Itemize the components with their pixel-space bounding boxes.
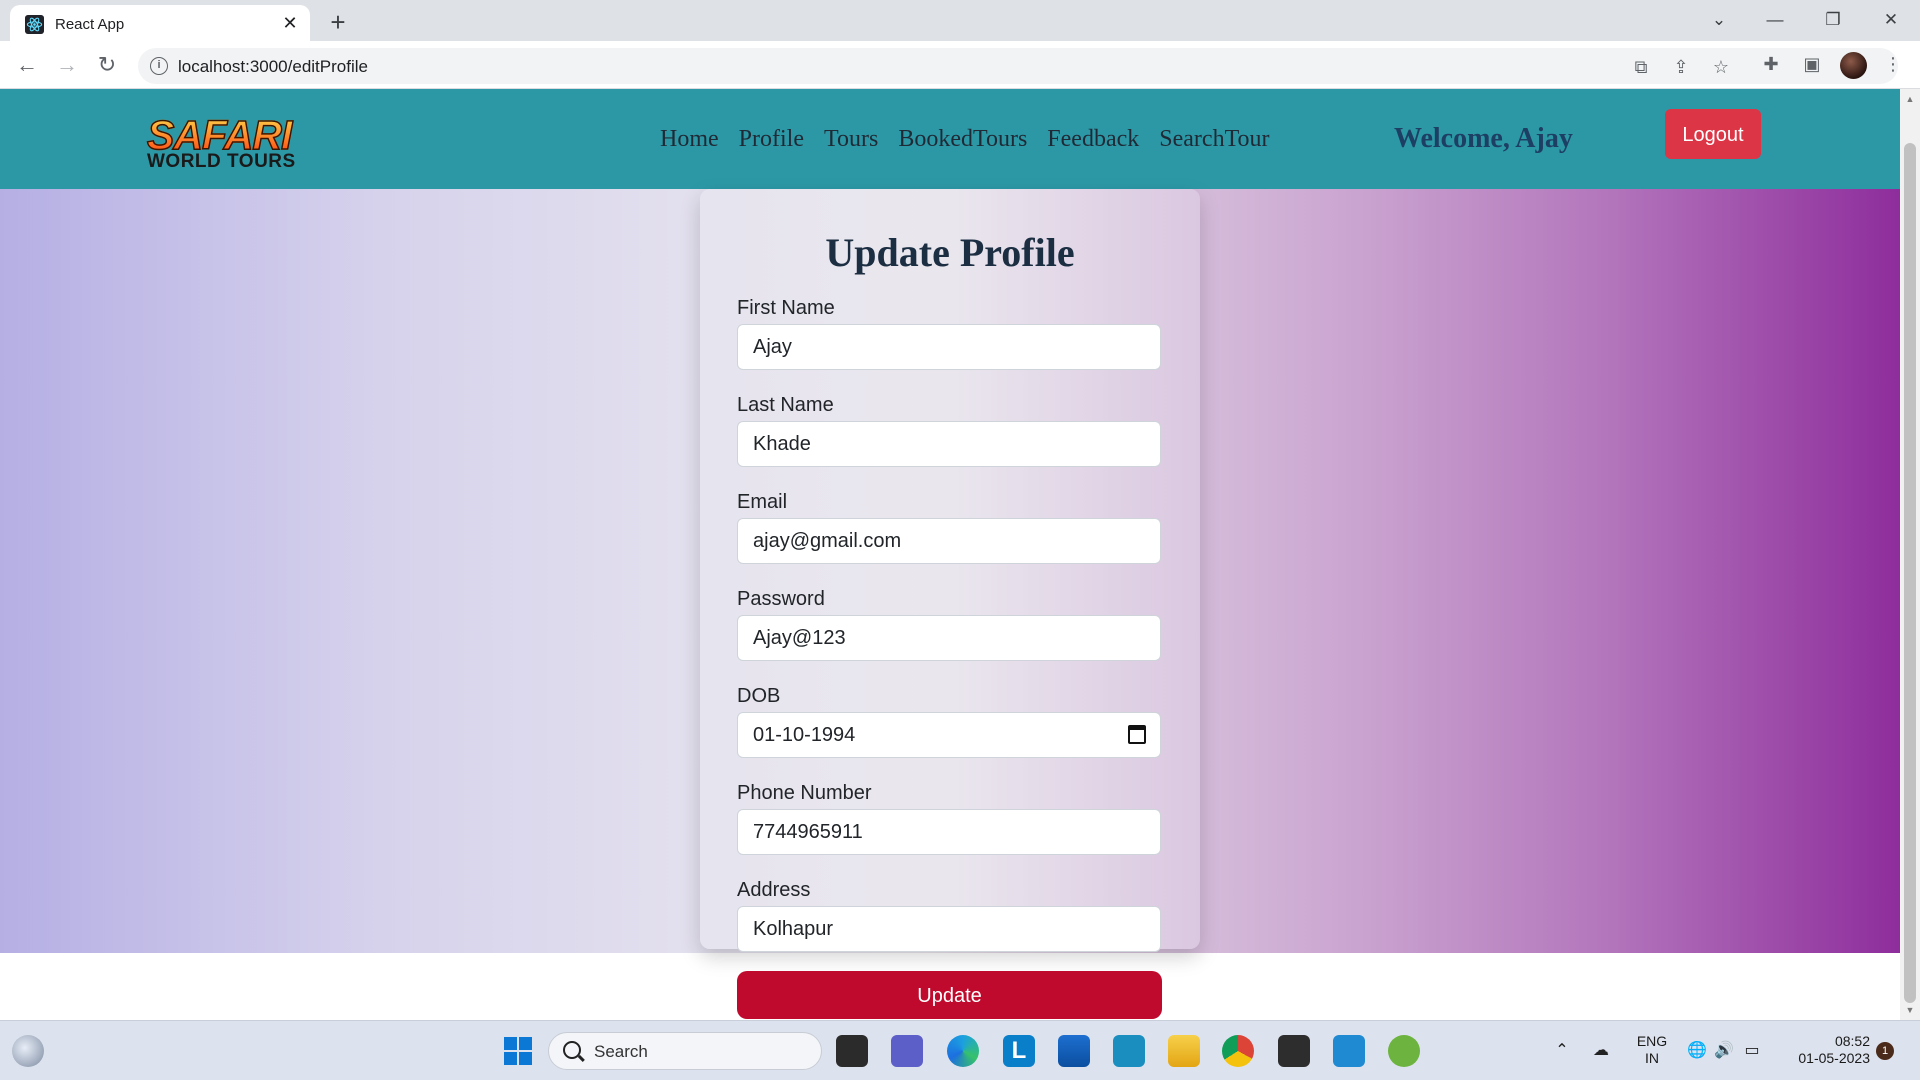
region-code: IN — [1645, 1050, 1659, 1066]
site-navbar: SAFARI WORLD TOURS Home Profile Tours Bo… — [0, 89, 1900, 189]
windows-taskbar: Search L ⌃ ☁ ENG IN 🌐 🔊 ▭ 08:52 01-05-20… — [0, 1020, 1920, 1080]
terminal-icon[interactable] — [1278, 1035, 1310, 1067]
close-window-button[interactable]: ✕ — [1871, 6, 1911, 34]
profile-avatar[interactable] — [1840, 52, 1867, 79]
tray-overflow-chevron-icon[interactable]: ⌃ — [1552, 1041, 1572, 1061]
cortana-ring-icon[interactable] — [1113, 1035, 1145, 1067]
spring-tool-icon[interactable] — [1388, 1035, 1420, 1067]
volume-icon[interactable]: 🔊 — [1714, 1041, 1734, 1061]
notification-badge[interactable]: 1 — [1876, 1042, 1894, 1060]
email-label: Email — [737, 491, 788, 513]
start-windows-icon[interactable] — [502, 1035, 534, 1067]
url-text[interactable]: localhost:3000/editProfile — [178, 57, 368, 77]
forward-arrow-icon[interactable]: → — [53, 51, 81, 79]
nav-links: Home Profile Tours BookedTours Feedback … — [660, 119, 1290, 159]
taskbar-search-box[interactable]: Search — [548, 1032, 822, 1070]
site-info-icon[interactable]: i — [150, 57, 168, 75]
language-code: ENG — [1636, 1033, 1668, 1049]
dob-input[interactable]: 01-10-1994 — [737, 712, 1161, 758]
logo-subtitle: WORLD TOURS — [147, 151, 296, 172]
tab-close-icon[interactable]: ✕ — [278, 11, 302, 35]
first-name-label: First Name — [737, 297, 835, 319]
nav-link-search-tour[interactable]: SearchTour — [1159, 119, 1269, 159]
clock-date: 01-05-2023 — [1798, 1050, 1870, 1066]
windows-logo-icon — [504, 1037, 532, 1065]
update-profile-card: Update Profile First Name Ajay Last Name… — [700, 189, 1200, 952]
safari-logo[interactable]: SAFARI WORLD TOURS — [146, 114, 322, 172]
browser-toolbar: ← → ↻ i localhost:3000/editProfile ⧉ ⇪ ☆… — [0, 41, 1920, 89]
clock[interactable]: 08:52 01-05-2023 — [1780, 1033, 1870, 1067]
back-arrow-icon[interactable]: ← — [13, 51, 41, 79]
network-globe-icon[interactable]: 🌐 — [1687, 1041, 1707, 1061]
minimize-button[interactable]: — — [1755, 6, 1795, 34]
page-viewport: SAFARI WORLD TOURS Home Profile Tours Bo… — [0, 89, 1900, 1020]
last-name-input[interactable]: Khade — [737, 421, 1161, 467]
nav-link-home[interactable]: Home — [660, 119, 719, 159]
dob-label: DOB — [737, 685, 781, 707]
nav-link-tours[interactable]: Tours — [824, 119, 878, 159]
react-favicon-icon — [25, 15, 44, 34]
edge-browser-icon[interactable] — [947, 1035, 979, 1067]
last-name-label: Last Name — [737, 394, 834, 416]
onedrive-cloud-icon[interactable]: ☁ — [1591, 1041, 1611, 1061]
app-l-icon[interactable]: L — [1003, 1035, 1035, 1067]
address-bar[interactable]: i localhost:3000/editProfile ⧉ ⇪ ☆ — [138, 48, 1898, 84]
dob-value: 01-10-1994 — [753, 724, 856, 746]
task-view-icon[interactable] — [836, 1035, 868, 1067]
nav-link-booked-tours[interactable]: BookedTours — [898, 119, 1027, 159]
battery-icon[interactable]: ▭ — [1742, 1041, 1762, 1061]
address-input[interactable]: Kolhapur — [737, 906, 1161, 952]
first-name-input[interactable]: Ajay — [737, 324, 1161, 370]
scroll-down-arrow-icon[interactable]: ▼ — [1904, 1004, 1916, 1016]
widgets-icon[interactable] — [12, 1035, 44, 1067]
file-explorer-icon[interactable] — [1168, 1035, 1200, 1067]
nav-link-profile[interactable]: Profile — [739, 119, 804, 159]
password-label: Password — [737, 588, 825, 610]
teams-chat-icon[interactable] — [891, 1035, 923, 1067]
form-title: Update Profile — [825, 230, 1075, 275]
microsoft-store-icon[interactable] — [1058, 1035, 1090, 1067]
reload-icon[interactable]: ↻ — [93, 51, 121, 79]
browser-tab[interactable]: React App ✕ — [10, 5, 310, 41]
language-indicator[interactable]: ENG IN — [1632, 1033, 1672, 1067]
update-button[interactable]: Update — [737, 971, 1162, 1019]
new-tab-button[interactable]: + — [324, 8, 352, 36]
vscode-icon[interactable] — [1333, 1035, 1365, 1067]
search-icon — [563, 1041, 581, 1059]
bookmark-star-icon[interactable]: ☆ — [1710, 56, 1732, 78]
address-label: Address — [737, 879, 811, 901]
scroll-up-arrow-icon[interactable]: ▲ — [1904, 93, 1916, 105]
tab-title: React App — [55, 16, 125, 33]
browser-tab-strip: React App ✕ + ⌄ — ❐ ✕ — [0, 0, 1920, 41]
logout-button[interactable]: Logout — [1665, 109, 1761, 159]
nav-link-feedback[interactable]: Feedback — [1047, 119, 1139, 159]
page-scrollbar[interactable]: ▲ ▼ — [1900, 89, 1920, 1020]
open-in-app-icon[interactable]: ⧉ — [1630, 56, 1652, 78]
clock-time: 08:52 — [1834, 1033, 1870, 1049]
extensions-puzzle-icon[interactable]: ✚ — [1759, 52, 1783, 76]
scrollbar-thumb[interactable] — [1904, 143, 1916, 1003]
chrome-menu-icon[interactable]: ⋮ — [1881, 52, 1905, 76]
taskbar-search-label: Search — [594, 1042, 648, 1061]
logo-title: SAFARI — [146, 114, 322, 157]
tab-search-dropdown-icon[interactable]: ⌄ — [1699, 6, 1739, 34]
share-icon[interactable]: ⇪ — [1670, 56, 1692, 78]
chrome-taskbar-icon[interactable] — [1222, 1035, 1254, 1067]
phone-number-input[interactable]: 7744965911 — [737, 809, 1161, 855]
welcome-message: Welcome, Ajay — [1394, 123, 1573, 154]
email-input[interactable]: ajay@gmail.com — [737, 518, 1161, 564]
phone-number-label: Phone Number — [737, 782, 872, 804]
calendar-icon[interactable] — [1128, 725, 1146, 744]
password-input[interactable]: Ajay@123 — [737, 615, 1161, 661]
side-panel-icon[interactable]: ▣ — [1800, 52, 1824, 76]
restore-button[interactable]: ❐ — [1813, 6, 1853, 34]
